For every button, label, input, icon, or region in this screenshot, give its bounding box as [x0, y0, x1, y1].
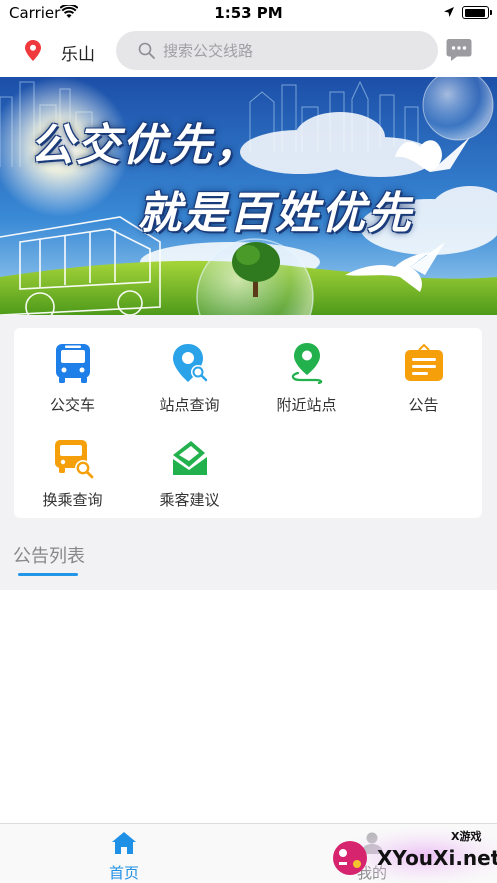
- transfer-search-icon: [54, 440, 93, 479]
- nearby-pin-icon: [291, 343, 322, 384]
- feature-notice[interactable]: 公告: [365, 328, 482, 423]
- search-bar[interactable]: [116, 31, 438, 70]
- tab-label: 首页: [108, 864, 139, 882]
- battery-icon: [462, 6, 492, 19]
- feature-bus[interactable]: 公交车: [14, 328, 131, 423]
- home-icon: [112, 832, 136, 854]
- feature-label: 换乘查询: [42, 491, 103, 509]
- notice-board-icon: [404, 343, 443, 381]
- status-time: 1:53 PM: [214, 4, 283, 22]
- search-icon: [138, 42, 155, 59]
- notice-list: [0, 590, 497, 823]
- site-watermark: X游戏 XYouXi.net: [325, 826, 497, 883]
- city-selector[interactable]: 乐山: [61, 40, 95, 65]
- watermark-domain: XYouXi.net: [377, 846, 497, 870]
- feature-label: 公告: [408, 396, 439, 414]
- bus-icon: [55, 344, 90, 383]
- banner-slogan-line1: 公交优先，: [30, 120, 260, 171]
- feature-transfer-search[interactable]: 换乘查询: [14, 423, 131, 518]
- watermark-small-text: X游戏: [451, 830, 482, 843]
- feature-label: 附近站点: [276, 396, 337, 414]
- location-arrow-icon: [444, 7, 454, 17]
- feature-station-search[interactable]: 站点查询: [131, 328, 248, 423]
- feature-nearby-stations[interactable]: 附近站点: [248, 328, 365, 423]
- tab-home[interactable]: 首页: [0, 824, 248, 883]
- feature-grid: 公交车 站点查询 附近站点 公告 换乘查询 乘客建议: [14, 328, 482, 518]
- promo-banner[interactable]: 公交优先， 就是百姓优先: [0, 77, 497, 315]
- tab-indicator: [18, 573, 78, 576]
- message-icon[interactable]: [446, 38, 472, 62]
- station-search-icon: [172, 344, 207, 382]
- top-header: 乐山: [0, 26, 497, 77]
- feature-label: 乘客建议: [159, 491, 220, 509]
- feature-label: 站点查询: [159, 396, 220, 414]
- search-input[interactable]: [163, 39, 423, 62]
- feedback-mail-icon: [172, 441, 207, 475]
- status-bar: Carrier 1:53 PM: [0, 0, 497, 26]
- notice-section-header: 公告列表: [0, 528, 497, 590]
- location-pin-icon[interactable]: [25, 40, 41, 61]
- feature-label: 公交车: [49, 396, 95, 414]
- feature-passenger-feedback[interactable]: 乘客建议: [131, 423, 248, 518]
- banner-slogan-line2: 就是百姓优先: [137, 188, 413, 239]
- notice-list-title[interactable]: 公告列表: [13, 542, 85, 568]
